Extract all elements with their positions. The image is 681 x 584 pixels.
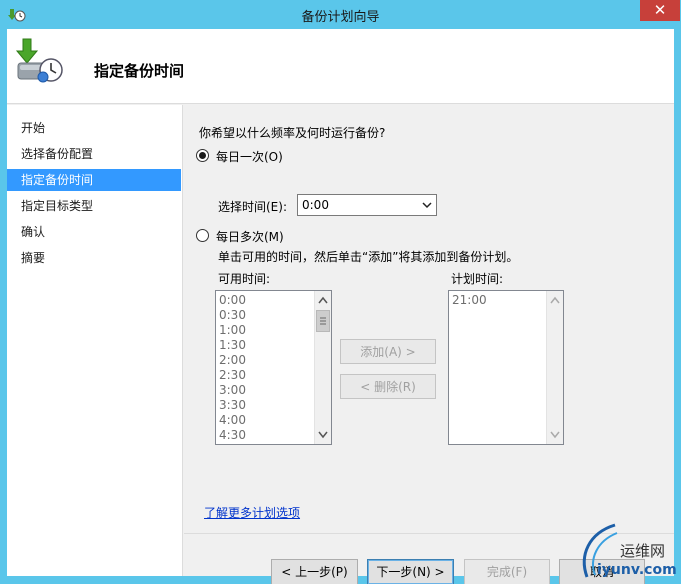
multi-daily-label[interactable]: 每日多次(M) <box>216 228 284 245</box>
add-time-button[interactable]: 添加(A) > <box>340 339 436 364</box>
chevron-down-icon <box>422 202 432 209</box>
step-summary[interactable]: 摘要 <box>7 247 181 269</box>
backup-schedule-icon <box>15 38 63 83</box>
select-time-label: 选择时间(E): <box>218 200 287 214</box>
available-times-scrollbar[interactable] <box>314 291 331 444</box>
step-specify-target-type[interactable]: 指定目标类型 <box>7 195 181 217</box>
time-dropdown[interactable]: 0:00 <box>297 194 437 216</box>
schedule-question: 你希望以什么频率及何时运行备份? <box>199 126 386 140</box>
available-times-label: 可用时间: <box>218 272 271 286</box>
multi-daily-instruction: 单击可用的时间，然后单击“添加”将其添加到备份计划。 <box>218 250 519 264</box>
watermark-cn-text: 运维网 <box>620 542 666 560</box>
scheduled-times-label: 计划时间: <box>451 272 504 286</box>
learn-more-schedule-link[interactable]: 了解更多计划选项 <box>204 504 300 521</box>
finish-button[interactable]: 完成(F) <box>464 559 550 584</box>
grip-icon <box>320 317 326 325</box>
step-select-backup-config[interactable]: 选择备份配置 <box>7 143 181 165</box>
watermark-en-text: iyunv.com <box>597 562 677 578</box>
once-daily-radio[interactable] <box>196 149 209 162</box>
once-daily-label[interactable]: 每日一次(O) <box>216 148 283 165</box>
step-confirm[interactable]: 确认 <box>7 221 181 243</box>
page-title: 指定备份时间 <box>94 62 185 80</box>
multi-daily-radio[interactable] <box>196 229 209 242</box>
scroll-thumb[interactable] <box>316 310 330 332</box>
wizard-window: 指定备份时间 开始 选择备份配置 指定备份时间 指定目标类型 确认 摘要 你希望… <box>7 29 674 584</box>
next-button[interactable]: 下一步(N) > <box>367 559 454 584</box>
scroll-up-icon[interactable] <box>315 293 331 308</box>
schedule-panel: 你希望以什么频率及何时运行备份? 每日一次(O) 选择时间(E): 0:00 每… <box>184 105 674 584</box>
title-bar: 备份计划向导 ✕ <box>0 0 681 29</box>
back-button[interactable]: < 上一步(P) <box>271 559 358 584</box>
scheduled-times-list[interactable]: 21:00 <box>448 290 564 445</box>
scroll-down-icon[interactable] <box>547 427 563 442</box>
time-dropdown-value: 0:00 <box>302 198 329 212</box>
window-title: 备份计划向导 <box>301 10 380 25</box>
step-specify-backup-time[interactable]: 指定备份时间 <box>7 169 181 191</box>
scroll-down-icon[interactable] <box>315 427 331 442</box>
remove-time-button[interactable]: < 删除(R) <box>340 374 436 399</box>
close-button[interactable]: ✕ <box>640 0 680 21</box>
scroll-up-icon[interactable] <box>547 293 563 308</box>
available-times-list[interactable]: 0:00 0:30 1:00 1:30 2:00 2:30 3:00 3:30 … <box>215 290 332 445</box>
wizard-step-sidebar: 开始 选择备份配置 指定备份时间 指定目标类型 确认 摘要 <box>7 105 183 576</box>
step-start[interactable]: 开始 <box>7 117 181 139</box>
scheduled-times-scrollbar[interactable] <box>546 291 563 444</box>
wizard-header: 指定备份时间 <box>7 29 674 104</box>
